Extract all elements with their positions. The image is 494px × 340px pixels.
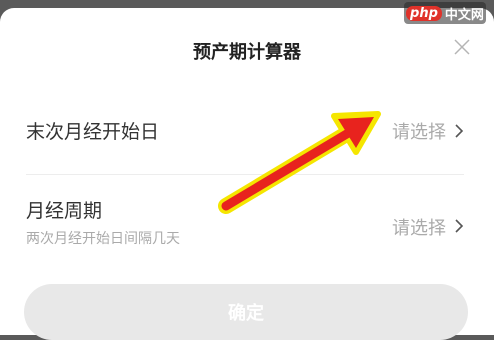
last-period-start-row[interactable]: 末次月经开始日 请选择 [26,104,464,175]
calculator-dialog: 预产期计算器 末次月经开始日 请选择 月经周期 两次月经开始日间隔几天 请选择 … [0,8,494,340]
cycle-length-label: 月经周期 [26,200,103,222]
dialog-title: 预产期计算器 [193,42,301,63]
cycle-length-hint: 两次月经开始日间隔几天 [26,231,180,247]
chevron-right-icon [455,124,464,138]
close-icon[interactable] [454,39,470,55]
cycle-length-row[interactable]: 月经周期 两次月经开始日间隔几天 请选择 [26,174,464,262]
watermark-php-logo: php [406,5,442,21]
cycle-length-value[interactable]: 请选择 [392,214,446,240]
last-period-start-value[interactable]: 请选择 [392,118,446,144]
watermark-logo: php 中文网 [404,2,486,24]
chevron-right-icon [455,219,464,233]
confirm-button[interactable]: 确定 [24,284,468,340]
last-period-start-label: 末次月经开始日 [26,121,160,143]
watermark-text: 中文网 [444,7,484,23]
